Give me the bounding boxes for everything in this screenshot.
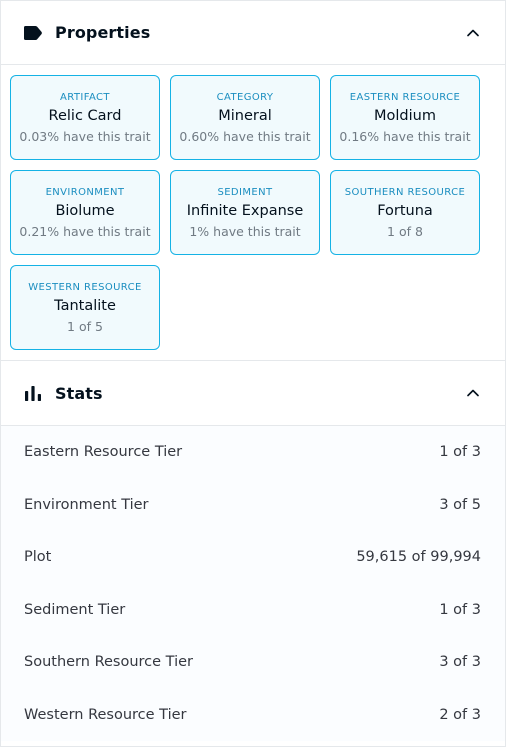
stat-label: Western Resource Tier — [24, 706, 187, 723]
trait-value: Fortuna — [377, 202, 433, 219]
stat-label: Southern Resource Tier — [24, 654, 193, 671]
trait-value: Tantalite — [54, 297, 116, 314]
properties-section-header[interactable]: Properties — [1, 1, 505, 65]
trait-card-artifact[interactable]: ARTIFACT Relic Card 0.03% have this trai… — [10, 75, 160, 160]
trait-type: CATEGORY — [216, 91, 274, 103]
properties-grid: ARTIFACT Relic Card 0.03% have this trai… — [1, 65, 505, 361]
stat-value: 1 of 3 — [439, 601, 481, 618]
trait-value: Relic Card — [48, 107, 122, 124]
item-details-panel: Properties ARTIFACT Relic Card 0.03% hav… — [0, 0, 506, 747]
trait-card-category[interactable]: CATEGORY Mineral 0.60% have this trait — [170, 75, 320, 160]
stat-value: 2 of 3 — [439, 706, 481, 723]
trait-type: ENVIRONMENT — [45, 186, 125, 198]
stat-row: Environment Tier 3 of 5 — [1, 479, 505, 532]
stat-value: 3 of 3 — [439, 654, 481, 671]
trait-type: SOUTHERN RESOURCE — [344, 186, 466, 198]
trait-type: WESTERN RESOURCE — [28, 281, 142, 293]
trait-rarity: 0.21% have this trait — [19, 223, 151, 239]
stat-label: Sediment Tier — [24, 601, 126, 618]
stat-row: Western Resource Tier 2 of 3 — [1, 689, 505, 742]
trait-rarity: 1% have this trait — [189, 223, 301, 239]
tag-icon — [23, 23, 43, 43]
bar-chart-icon — [23, 383, 43, 403]
stat-label: Eastern Resource Tier — [24, 444, 183, 461]
trait-card-western-resource[interactable]: WESTERN RESOURCE Tantalite 1 of 5 — [10, 265, 160, 350]
trait-value: Infinite Expanse — [186, 202, 304, 219]
trait-type: ARTIFACT — [60, 91, 110, 103]
stats-list: Eastern Resource Tier 1 of 3 Environment… — [1, 426, 505, 741]
trait-card-environment[interactable]: ENVIRONMENT Biolume 0.21% have this trai… — [10, 170, 160, 255]
trait-rarity: 0.60% have this trait — [179, 128, 311, 144]
stat-label: Plot — [24, 549, 52, 566]
trait-rarity: 0.03% have this trait — [19, 128, 151, 144]
stat-value: 3 of 5 — [439, 496, 481, 513]
trait-rarity: 1 of 5 — [67, 318, 103, 334]
stat-value: 1 of 3 — [439, 444, 481, 461]
stats-title: Stats — [55, 383, 103, 403]
stat-label: Environment Tier — [24, 496, 149, 513]
trait-rarity: 0.16% have this trait — [339, 128, 471, 144]
trait-value: Moldium — [374, 107, 436, 124]
trait-value: Mineral — [218, 107, 272, 124]
stat-row: Southern Resource Tier 3 of 3 — [1, 636, 505, 689]
trait-card-southern-resource[interactable]: SOUTHERN RESOURCE Fortuna 1 of 8 — [330, 170, 480, 255]
trait-rarity: 1 of 8 — [387, 223, 423, 239]
stats-section-header[interactable]: Stats — [1, 361, 505, 426]
stat-row: Plot 59,615 of 99,994 — [1, 531, 505, 584]
stat-row: Eastern Resource Tier 1 of 3 — [1, 426, 505, 479]
trait-card-eastern-resource[interactable]: EASTERN RESOURCE Moldium 0.16% have this… — [330, 75, 480, 160]
trait-card-sediment[interactable]: SEDIMENT Infinite Expanse 1% have this t… — [170, 170, 320, 255]
trait-value: Biolume — [55, 202, 115, 219]
chevron-up-icon[interactable] — [465, 385, 481, 401]
trait-type: EASTERN RESOURCE — [349, 91, 461, 103]
chevron-up-icon[interactable] — [465, 25, 481, 41]
stat-value: 59,615 of 99,994 — [356, 549, 481, 566]
stat-row: Sediment Tier 1 of 3 — [1, 584, 505, 637]
properties-title: Properties — [55, 23, 151, 42]
trait-type: SEDIMENT — [217, 186, 273, 198]
